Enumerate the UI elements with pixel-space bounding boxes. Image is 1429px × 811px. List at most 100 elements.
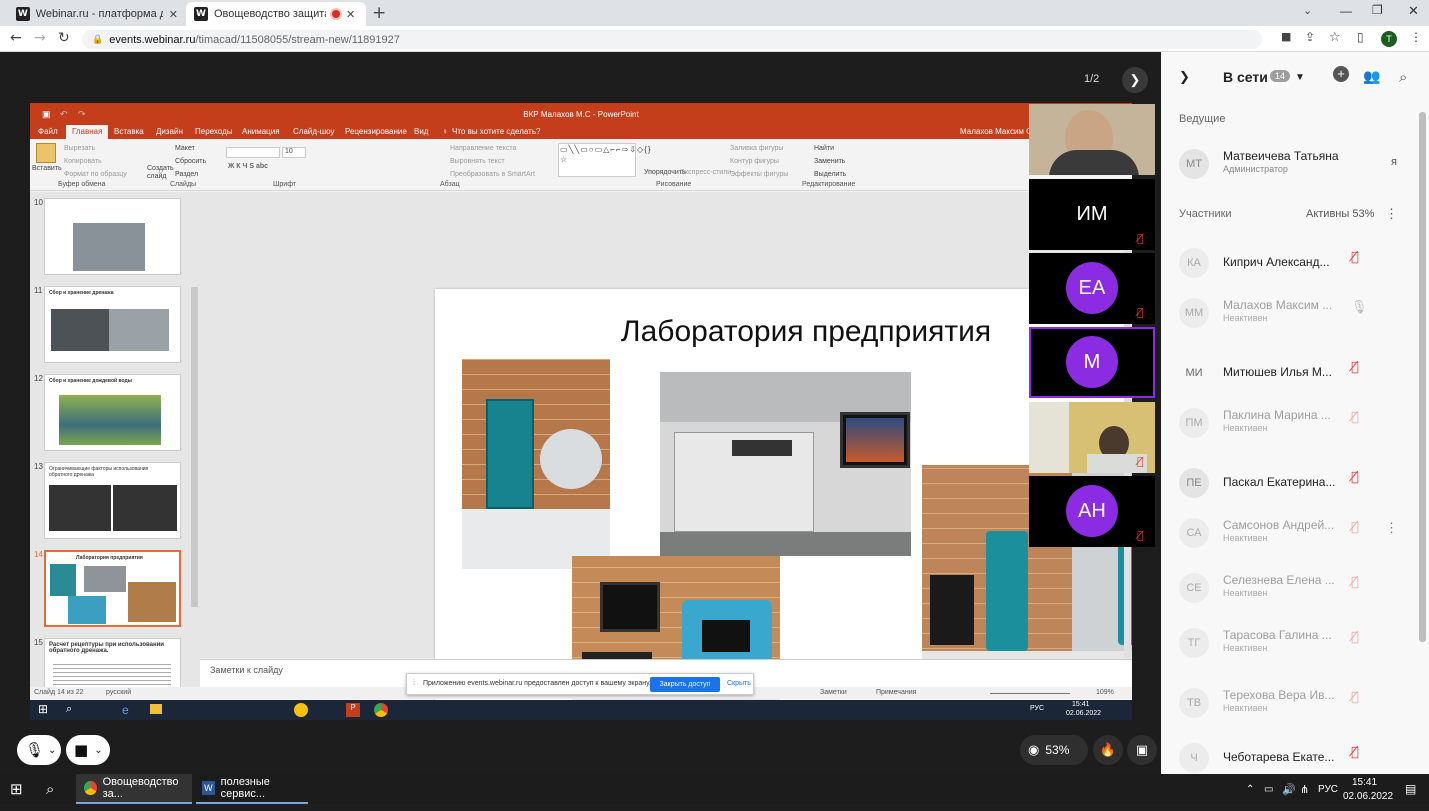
- windows-start-icon[interactable]: ⊞: [10, 774, 23, 804]
- url-bar[interactable]: 🔒 events.webinar.ru /timacad/11508055/st…: [82, 30, 1262, 49]
- tray-network-icon[interactable]: ▭: [1264, 774, 1273, 804]
- chevron-down-icon[interactable]: ▼: [1295, 72, 1305, 83]
- mic-icon[interactable]: 🎙: [1351, 300, 1368, 315]
- notifications-icon[interactable]: ▤: [1405, 774, 1416, 804]
- participant-row[interactable]: ММ Малахов Максим ... Неактивен 🎙: [1161, 288, 1419, 338]
- tab-active-stream[interactable]: W Овощеводство защита ито ✕: [186, 2, 366, 26]
- mic-muted-icon[interactable]: 🎙̸: [1351, 470, 1359, 485]
- host-row[interactable]: МТ Матвеичева Татьяна Администратор я: [1161, 139, 1419, 189]
- participant-row[interactable]: МИ Митюшев Илья М... 🎙̸: [1161, 348, 1419, 398]
- new-tab-icon[interactable]: +: [372, 3, 386, 23]
- reload-icon[interactable]: ↻: [58, 30, 70, 46]
- restore-icon[interactable]: ❐: [1372, 3, 1383, 17]
- tab-webinar[interactable]: W Webinar.ru - платформа для пр ✕: [8, 2, 186, 26]
- video-tile-m-speaking[interactable]: М: [1029, 327, 1155, 398]
- ppt-title-bar: ▣ ↶ ↷ ВКР Малахов М.С - PowerPoint: [30, 103, 1132, 125]
- slide-thumbnail: Расчет рецептуры при использовании обрат…: [44, 638, 181, 690]
- taskbar-app-chrome[interactable]: Овощеводство за...: [76, 774, 192, 804]
- bookmark-star-icon[interactable]: ☆: [1329, 30, 1341, 45]
- minimize-icon[interactable]: —: [1340, 4, 1352, 18]
- stop-sharing-button[interactable]: Закрыть доступ: [650, 677, 720, 692]
- camera-button[interactable]: ■ ⌄: [66, 735, 110, 765]
- video-tile-ea[interactable]: ЕА 🎙̸: [1029, 253, 1155, 324]
- tray-date[interactable]: 02.06.2022: [1343, 781, 1393, 811]
- share-icon[interactable]: ⇪: [1305, 30, 1315, 44]
- browser-menu-icon[interactable]: ⋮: [1410, 30, 1422, 44]
- slide-thumbnail: Ограничивающие факторы использования обр…: [44, 462, 181, 539]
- mic-muted-icon: 🎙̸: [1137, 529, 1144, 542]
- shared-screen-powerpoint: ▣ ↶ ↷ ВКР Малахов М.С - PowerPoint Файл …: [30, 103, 1132, 720]
- tray-wifi-icon[interactable]: ⋔: [1300, 774, 1309, 804]
- next-page-button[interactable]: ❯: [1122, 67, 1148, 93]
- participant-row[interactable]: КА Киприч Александ... 🎙̸: [1161, 238, 1419, 288]
- camera-permission-icon[interactable]: ■: [1281, 30, 1291, 43]
- back-icon[interactable]: ←: [10, 30, 22, 46]
- group-clipboard: Буфер обмена: [58, 181, 106, 188]
- save-icon: ▣: [42, 108, 51, 119]
- video-tile-an[interactable]: АН 🎙̸: [1029, 476, 1155, 547]
- taskbar-app-word[interactable]: W полезные сервис...: [196, 774, 308, 804]
- mic-muted-icon: 🎙̸: [1137, 455, 1144, 468]
- close-tab-icon[interactable]: ✕: [346, 8, 355, 21]
- inner-powerpoint-icon: P: [346, 703, 360, 717]
- thumb-title: Сбор и хранение дождевой воды: [49, 378, 132, 384]
- mic-muted-icon[interactable]: 🎙̸: [1351, 520, 1359, 535]
- inner-tray-lang: РУС: [1030, 705, 1045, 712]
- side-panel-icon[interactable]: ▯: [1357, 30, 1364, 44]
- forward-icon[interactable]: →: [34, 30, 46, 46]
- mic-muted-icon[interactable]: 🎙̸: [1351, 745, 1359, 760]
- participant-row[interactable]: СА Самсонов Андрей... Неактивен 🎙̸ ⋮: [1161, 508, 1419, 558]
- participant-row[interactable]: Ч Чеботарева Екате... 🎙̸: [1161, 733, 1419, 773]
- online-label[interactable]: В сети: [1223, 69, 1268, 85]
- mic-muted-icon[interactable]: 🎙̸: [1351, 360, 1359, 375]
- profile-avatar[interactable]: T: [1381, 31, 1397, 47]
- more-options-icon[interactable]: ⋮: [1385, 520, 1398, 536]
- participant-row[interactable]: ТГ Тарасова Галина ... Неактивен 🎙̸: [1161, 618, 1419, 668]
- mic-muted-icon[interactable]: 🎙̸: [1351, 250, 1359, 265]
- slide-thumbnail: Сбор и хранение дождевой воды: [44, 374, 181, 451]
- participant-name: Киприч Александ...: [1223, 255, 1330, 269]
- slide-title: Лаборатория предприятия: [620, 315, 992, 348]
- mic-muted-icon[interactable]: 🎙̸: [1351, 630, 1359, 645]
- slide-edit-area: Лаборатория предприятия: [200, 192, 1132, 720]
- tile-avatar: ЕА: [1066, 262, 1118, 314]
- search-icon[interactable]: ⌕: [1399, 68, 1407, 86]
- participant-status: Неактивен: [1223, 423, 1268, 433]
- chevron-down-icon: ⌄: [94, 744, 103, 756]
- search-icon[interactable]: ⌕: [46, 774, 54, 804]
- close-tab-icon[interactable]: ✕: [169, 8, 178, 21]
- sidebar-header: ❯ В сети 14 ▼ + 👥 ⌕: [1161, 52, 1429, 102]
- participant-row[interactable]: СЕ Селезнева Елена ... Неактивен 🎙̸: [1161, 563, 1419, 613]
- microphone-button[interactable]: 🎙 ⌄: [17, 735, 61, 765]
- tray-language[interactable]: РУС: [1318, 774, 1338, 804]
- windows-taskbar: ⊞ ⌕ Овощеводство за... W полезные сервис…: [0, 774, 1429, 804]
- collapse-sidebar-icon[interactable]: ❯: [1179, 70, 1190, 85]
- chrome-icon: [84, 781, 97, 795]
- sidebar-scrollbar[interactable]: [1419, 112, 1426, 642]
- participant-row[interactable]: ПМ Паклина Марина ... Неактивен 🎙̸: [1161, 398, 1419, 448]
- video-tile-camera-2[interactable]: 🎙̸: [1029, 402, 1155, 473]
- slide-thumbnail-selected: Лаборатория предприятия: [44, 550, 181, 627]
- add-icon[interactable]: +: [1333, 66, 1349, 82]
- people-icon[interactable]: 👥: [1363, 69, 1380, 85]
- reactions-button[interactable]: 🔥: [1093, 735, 1123, 765]
- viewers-counter[interactable]: ◉ 53%: [1020, 735, 1088, 765]
- tab-label: Овощеводство защита ито: [214, 8, 326, 20]
- video-tile-camera-1[interactable]: [1029, 104, 1155, 175]
- tab-search-icon[interactable]: ⌄: [1303, 4, 1312, 17]
- participant-row[interactable]: ПЕ Паскал Екатерина... 🎙̸: [1161, 458, 1419, 508]
- participant-row[interactable]: ТВ Терехова Вера Ив... Неактивен 🎙̸: [1161, 678, 1419, 728]
- close-window-icon[interactable]: ✕: [1408, 3, 1419, 19]
- layout-button[interactable]: ▣: [1127, 735, 1157, 765]
- tray-chevron-up-icon[interactable]: ⌃: [1246, 774, 1254, 804]
- ribbon-section: Раздел: [175, 171, 199, 178]
- participant-status: Неактивен: [1223, 643, 1268, 653]
- paste-icon: [36, 143, 56, 163]
- more-options-icon[interactable]: ⋮: [1385, 206, 1398, 222]
- video-tile-im[interactable]: ИМ 🎙̸: [1029, 179, 1155, 250]
- mic-muted-icon[interactable]: 🎙̸: [1351, 575, 1359, 590]
- mic-muted-icon[interactable]: 🎙̸: [1351, 690, 1359, 705]
- hide-notice-link[interactable]: Скрыть: [727, 680, 751, 687]
- mic-muted-icon[interactable]: 🎙̸: [1351, 410, 1359, 425]
- tray-volume-icon[interactable]: 🔊: [1282, 774, 1296, 804]
